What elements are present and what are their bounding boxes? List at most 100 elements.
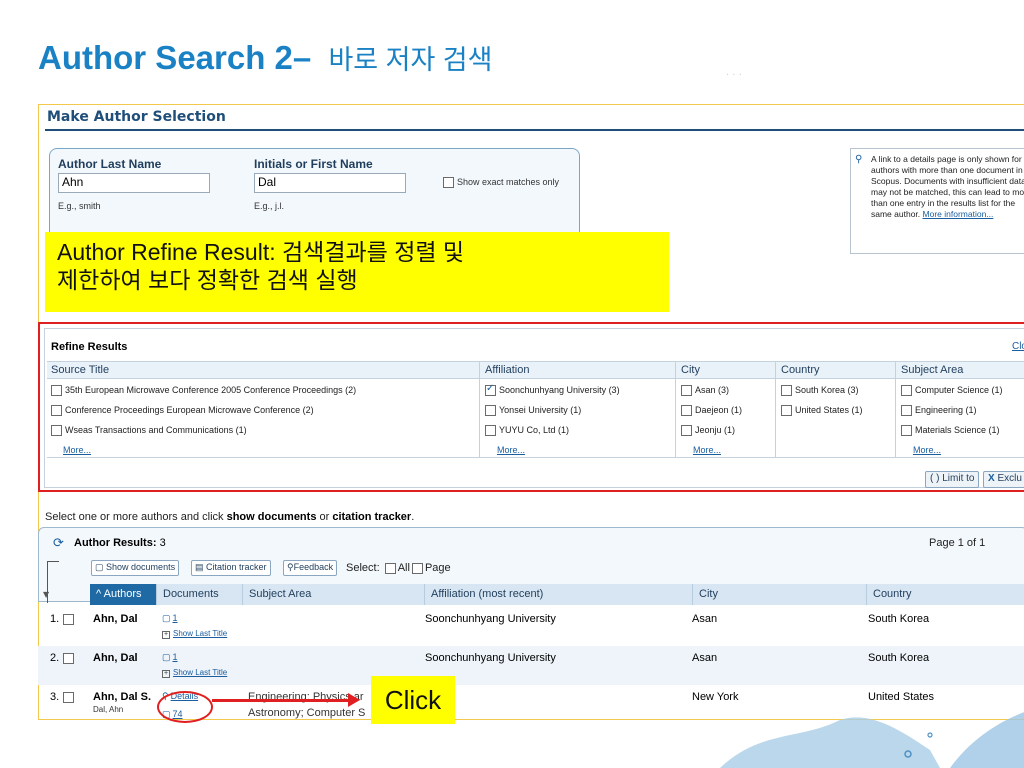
country-cell: South Korea bbox=[868, 652, 930, 664]
documents-header[interactable]: Documents bbox=[156, 584, 242, 605]
city-header[interactable]: City bbox=[692, 584, 866, 605]
refine-option[interactable]: Asan (3) bbox=[681, 385, 742, 405]
person-icon: ⚲ bbox=[287, 562, 294, 572]
more-subject-link[interactable]: More... bbox=[913, 445, 1003, 455]
refine-option[interactable]: Yonsei University (1) bbox=[485, 405, 620, 425]
show-last-title-link[interactable]: Show Last Title bbox=[173, 668, 227, 677]
show-documents-button[interactable]: ▢ Show documents bbox=[91, 560, 180, 576]
more-affiliation-link[interactable]: More... bbox=[497, 445, 620, 455]
refine-option-label: Jeonju (1) bbox=[695, 425, 736, 435]
refine-option[interactable]: Materials Science (1) bbox=[901, 425, 1003, 445]
document-icon: ▢ bbox=[162, 613, 171, 623]
refine-checkbox-checked[interactable] bbox=[485, 383, 496, 397]
refine-checkbox[interactable] bbox=[51, 405, 62, 417]
last-name-input[interactable]: Ahn bbox=[58, 173, 210, 193]
refine-checkbox[interactable] bbox=[901, 425, 912, 437]
citation-tracker-label: Citation tracker bbox=[206, 562, 267, 572]
sort-authors-header[interactable]: ^ Authors bbox=[90, 584, 156, 605]
first-name-input[interactable]: Dal bbox=[254, 173, 406, 193]
more-city-link[interactable]: More... bbox=[693, 445, 742, 455]
refine-checkbox[interactable] bbox=[781, 385, 792, 397]
country-cell: United States bbox=[868, 691, 935, 703]
refine-checkbox[interactable] bbox=[51, 425, 62, 437]
refine-footer-divider bbox=[47, 457, 1024, 458]
source-title-list: 35th European Microwave Conference 2005 … bbox=[51, 385, 356, 465]
refine-option[interactable]: Conference Proceedings European Microwav… bbox=[51, 405, 356, 425]
refine-checkbox[interactable] bbox=[681, 425, 692, 437]
refine-checkbox[interactable] bbox=[485, 405, 496, 417]
more-information-link[interactable]: More information... bbox=[923, 209, 994, 219]
annotation-oval bbox=[157, 691, 213, 723]
refine-checkbox[interactable] bbox=[51, 385, 62, 397]
row-number: 1. bbox=[50, 613, 75, 625]
col-city: City bbox=[681, 364, 700, 376]
limit-icon: ( ) bbox=[930, 473, 940, 484]
feedback-button[interactable]: ⚲Feedback bbox=[283, 560, 338, 576]
author-name: Ahn, Dal S. bbox=[93, 691, 152, 703]
affiliation-cell: Soonchunhyang University bbox=[425, 613, 556, 625]
select-all-checkbox[interactable] bbox=[384, 562, 396, 574]
refine-option-label: United States (1) bbox=[795, 405, 863, 415]
limit-to-label: Limit to bbox=[942, 473, 975, 484]
select-page-checkbox[interactable] bbox=[411, 562, 423, 574]
col-affiliation: Affiliation bbox=[485, 364, 530, 376]
country-header[interactable]: Country bbox=[866, 584, 1024, 605]
refine-close-link[interactable]: Clo bbox=[1012, 341, 1024, 352]
refine-option[interactable]: YUYU Co, Ltd (1) bbox=[485, 425, 620, 445]
row-checkbox[interactable] bbox=[63, 652, 75, 664]
annotation-arrow bbox=[212, 699, 352, 702]
limit-to-button[interactable]: ( ) Limit to bbox=[925, 471, 980, 488]
subject-area-header[interactable]: Subject Area bbox=[242, 584, 424, 605]
refine-checkbox[interactable] bbox=[901, 405, 912, 417]
expand-icon: + bbox=[162, 631, 170, 639]
refine-option[interactable]: Jeonju (1) bbox=[681, 425, 742, 445]
affiliation-list: Soonchunhyang University (3) Yonsei Univ… bbox=[485, 383, 620, 465]
show-last-title-link[interactable]: Show Last Title bbox=[173, 629, 227, 638]
document-count: ▢ 1 bbox=[162, 652, 178, 663]
decorative-dots: · · · bbox=[726, 70, 742, 81]
refine-option-label: Yonsei University (1) bbox=[499, 405, 582, 415]
refine-option-label: Daejeon (1) bbox=[695, 405, 743, 415]
row-checkbox[interactable] bbox=[63, 613, 75, 625]
exact-match-checkbox[interactable] bbox=[443, 177, 454, 189]
refine-option[interactable]: Soonchunhyang University (3) bbox=[485, 383, 620, 405]
document-count-link[interactable]: 1 bbox=[173, 652, 178, 662]
refine-option[interactable]: Wseas Transactions and Communications (1… bbox=[51, 425, 356, 445]
exclude-button[interactable]: X Exclu bbox=[983, 471, 1024, 488]
refine-checkbox[interactable] bbox=[681, 405, 692, 417]
row-checkbox[interactable] bbox=[63, 691, 75, 703]
callout-line-1: Author Refine Result: 검색결과를 정렬 및 bbox=[57, 239, 465, 265]
refine-option[interactable]: Engineering (1) bbox=[901, 405, 1003, 425]
affiliation-header[interactable]: Affiliation (most recent) bbox=[424, 584, 692, 605]
refine-results-highlight: Refine Results Clo Source Title Affiliat… bbox=[38, 322, 1024, 492]
refine-option[interactable]: Computer Science (1) bbox=[901, 385, 1003, 405]
document-count-link[interactable]: 1 bbox=[173, 613, 178, 623]
refine-checkbox[interactable] bbox=[681, 385, 692, 397]
city-cell: New York bbox=[692, 691, 739, 703]
refine-option[interactable]: Daejeon (1) bbox=[681, 405, 742, 425]
select-label: Select: bbox=[346, 562, 380, 574]
refresh-icon: ⟳ bbox=[53, 536, 64, 551]
refine-option[interactable]: 35th European Microwave Conference 2005 … bbox=[51, 385, 356, 405]
refine-option[interactable]: South Korea (3) bbox=[781, 385, 863, 405]
refine-checkbox[interactable] bbox=[781, 405, 792, 417]
col-source-title: Source Title bbox=[51, 364, 110, 376]
refine-option[interactable]: United States (1) bbox=[781, 405, 863, 425]
slide-title: Author Search 2– 바로 저자 검색 bbox=[38, 38, 492, 77]
refine-checkbox[interactable] bbox=[485, 425, 496, 437]
exact-match-option[interactable]: Show exact matches only bbox=[443, 177, 559, 189]
document-icon: ▢ bbox=[95, 562, 104, 572]
person-icon: ⚲ bbox=[855, 154, 863, 165]
show-last-title[interactable]: + Show Last Title bbox=[162, 629, 227, 639]
click-annotation: Click bbox=[371, 676, 455, 724]
slide-title-sub: 바로 저자 검색 bbox=[328, 45, 493, 75]
show-last-title[interactable]: + Show Last Title bbox=[162, 668, 227, 678]
panel-heading: Make Author Selection bbox=[47, 109, 226, 125]
refine-option-label: Engineering (1) bbox=[915, 405, 977, 415]
author-alias: Dal, Ahn bbox=[93, 705, 124, 714]
country-cell: South Korea bbox=[868, 613, 930, 625]
citation-tracker-button[interactable]: ▤ Citation tracker bbox=[191, 560, 271, 576]
decorative-wave bbox=[720, 712, 1024, 768]
refine-checkbox[interactable] bbox=[901, 385, 912, 397]
more-source-link[interactable]: More... bbox=[63, 445, 356, 455]
